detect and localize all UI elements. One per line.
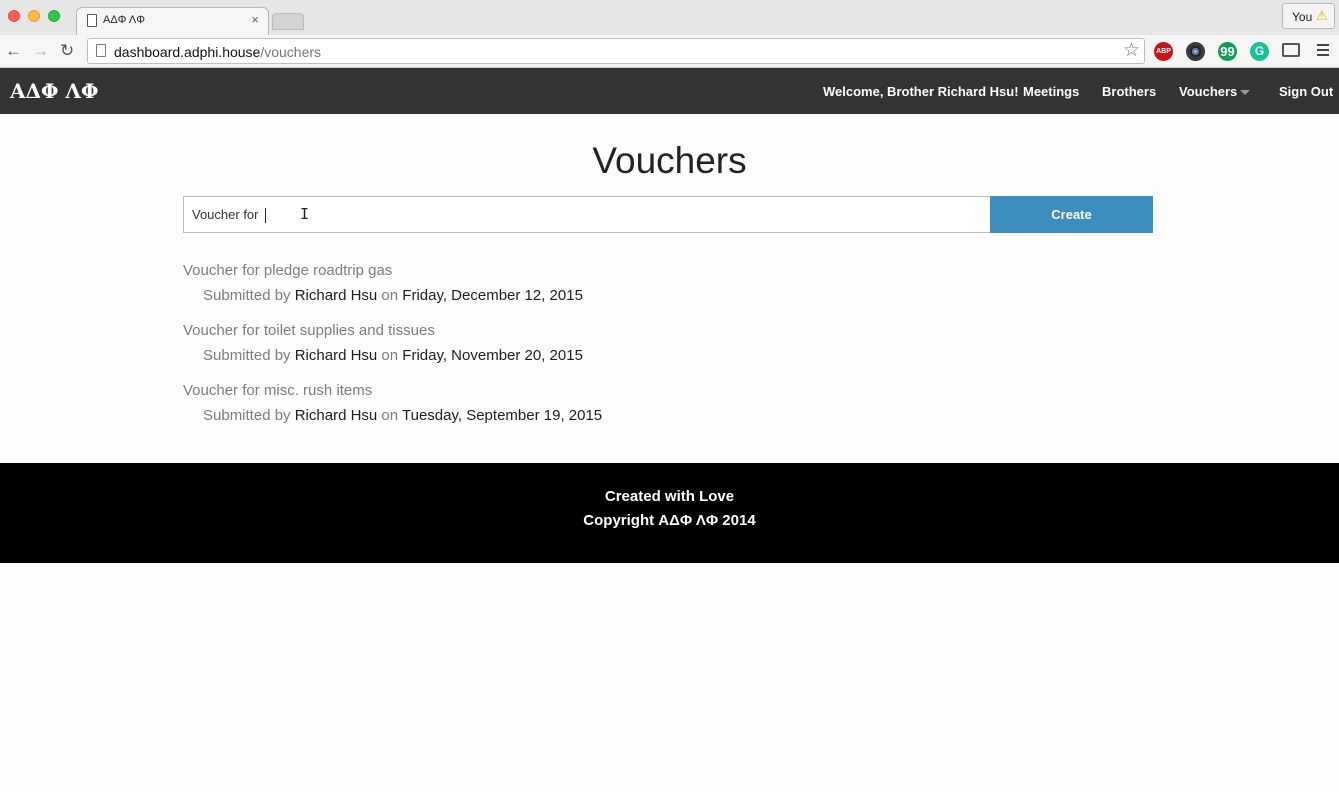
on-label: on <box>381 287 399 304</box>
list-item: Voucher for pledge roadtrip gas Submitte… <box>183 260 983 320</box>
voucher-meta: Submitted by Richard Hsu on Tuesday, Sep… <box>203 407 602 424</box>
window-zoom-button[interactable] <box>48 10 60 22</box>
page-icon <box>87 14 97 27</box>
nav-welcome[interactable]: Welcome, Brother Richard Hsu! <box>823 84 1019 99</box>
bookmark-star-icon[interactable]: ☆ <box>1123 40 1140 62</box>
nav-sign-out[interactable]: Sign Out <box>1279 84 1333 99</box>
adblock-extension-icon[interactable]: ABP <box>1154 42 1173 61</box>
voucher-title-link[interactable]: Voucher for misc. rush items <box>183 382 372 399</box>
submission-date: Friday, November 20, 2015 <box>402 347 583 364</box>
chevron-down-icon[interactable] <box>1240 90 1250 95</box>
window-close-button[interactable] <box>8 10 20 22</box>
nav-vouchers[interactable]: Vouchers <box>1179 84 1237 99</box>
footer-tagline: Created with Love <box>604 488 735 505</box>
hangouts-extension-icon[interactable]: 99 <box>1218 42 1237 61</box>
submitted-by-label: Submitted by <box>203 347 291 364</box>
submission-date: Tuesday, September 19, 2015 <box>402 407 603 424</box>
submitter-name: Richard Hsu <box>294 407 378 424</box>
submitted-by-label: Submitted by <box>203 287 291 304</box>
url-text[interactable]: dashboard.adphi.house/vouchers <box>114 44 321 60</box>
voucher-meta: Submitted by Richard Hsu on Friday, Dece… <box>203 287 583 304</box>
brand-logo[interactable]: ΑΔΦ ΛΦ <box>10 79 98 103</box>
url-host: dashboard.adphi.house <box>114 44 261 60</box>
address-bar[interactable]: dashboard.adphi.house/vouchers ☆ <box>87 38 1145 64</box>
site-footer: Created with Love Copyright ΑΔΦ ΛΦ 2014 <box>0 463 1339 563</box>
profile-label: You <box>1292 10 1313 24</box>
browser-menu-icon[interactable] <box>1317 44 1329 56</box>
cast-icon[interactable] <box>1282 43 1300 57</box>
window-minimize-button[interactable] <box>28 10 40 22</box>
submitter-name: Richard Hsu <box>294 287 378 304</box>
profile-button[interactable]: You ⚠ <box>1282 3 1335 29</box>
back-icon[interactable]: ← <box>5 41 22 61</box>
tab-title: ΑΔΦ ΛΦ <box>103 14 146 26</box>
footer-copyright: Copyright ΑΔΦ ΛΦ 2014 <box>583 512 756 529</box>
voucher-title-link[interactable]: Voucher for pledge roadtrip gas <box>183 262 392 279</box>
browser-toolbar: ← → ↻ dashboard.adphi.house/vouchers ☆ A… <box>0 35 1339 68</box>
page-icon <box>96 44 106 57</box>
browser-tab[interactable]: ΑΔΦ ΛΦ × <box>76 7 269 35</box>
grammarly-extension-icon[interactable]: G <box>1250 42 1269 61</box>
reload-icon[interactable]: ↻ <box>60 41 74 61</box>
submitted-by-label: Submitted by <box>203 407 291 424</box>
page-title: Vouchers <box>592 140 747 181</box>
on-label: on <box>381 407 399 424</box>
submission-date: Friday, December 12, 2015 <box>402 287 583 304</box>
text-caret <box>265 208 266 223</box>
ibeam-cursor-icon: I <box>300 205 310 223</box>
new-tab-button[interactable] <box>272 13 304 30</box>
url-path: /vouchers <box>260 44 322 60</box>
voucher-title-link[interactable]: Voucher for toilet supplies and tissues <box>183 322 435 339</box>
list-item: Voucher for toilet supplies and tissues … <box>183 320 983 380</box>
voucher-meta: Submitted by Richard Hsu on Friday, Nove… <box>203 347 583 364</box>
on-label: on <box>381 347 399 364</box>
forward-icon[interactable]: → <box>32 41 49 61</box>
nav-meetings[interactable]: Meetings <box>1023 84 1079 99</box>
create-button[interactable]: Create <box>990 196 1153 233</box>
nav-brothers[interactable]: Brothers <box>1102 84 1156 99</box>
list-item: Voucher for misc. rush items Submitted b… <box>183 380 983 440</box>
site-navbar: ΑΔΦ ΛΦ Welcome, Brother Richard Hsu! Mee… <box>0 68 1339 114</box>
voucher-list: Voucher for pledge roadtrip gas Submitte… <box>183 260 983 440</box>
camera-extension-icon[interactable] <box>1186 42 1205 61</box>
browser-titlebar: ΑΔΦ ΛΦ × You ⚠ <box>0 0 1339 35</box>
warning-icon: ⚠ <box>1316 8 1328 23</box>
submitter-name: Richard Hsu <box>294 347 378 364</box>
tab-close-icon[interactable]: × <box>251 12 259 27</box>
